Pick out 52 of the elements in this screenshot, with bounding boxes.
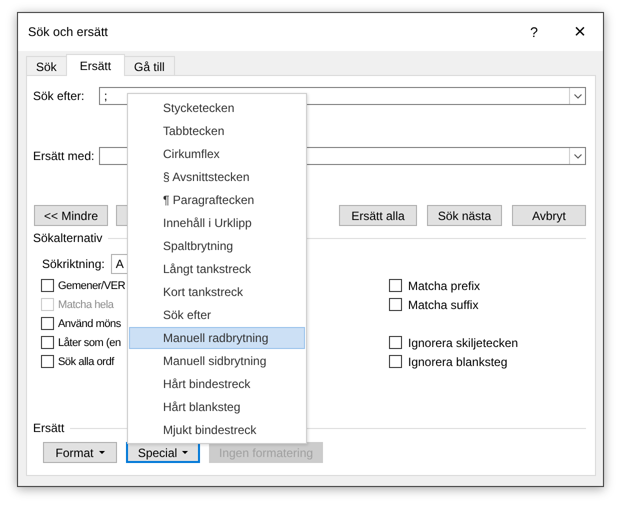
checkbox[interactable]	[389, 355, 402, 368]
menu-item[interactable]: Sök efter	[129, 304, 305, 326]
menu-item[interactable]: Kort tankstreck	[129, 281, 305, 303]
menu-item[interactable]: Manuell sidbrytning	[129, 350, 305, 372]
button[interactable]: << Mindre	[34, 205, 108, 226]
button[interactable]: Special	[126, 442, 200, 463]
menu-item[interactable]: Innehåll i Urklipp	[129, 212, 305, 234]
chevron-down-icon	[574, 154, 582, 158]
field-label: Sökriktning:	[42, 257, 105, 271]
field-label: Ersätt med:	[33, 149, 96, 163]
tab[interactable]: Ersätt	[66, 54, 126, 76]
checkbox-label: Matcha hela	[58, 298, 114, 310]
menu-item[interactable]: Manuell radbrytning	[129, 327, 305, 349]
checkbox-label: Låter som (en	[58, 336, 121, 348]
checkbox[interactable]	[389, 336, 402, 349]
button[interactable]: Format	[43, 442, 117, 463]
group-title: Ersätt	[33, 421, 64, 435]
menu-item[interactable]: Tabbtecken	[129, 120, 305, 142]
help-button[interactable]: ?	[511, 24, 557, 40]
tab[interactable]: Sök	[26, 56, 67, 76]
tab[interactable]: Gå till	[124, 56, 175, 76]
checkbox-label: Sök alla ordf	[58, 356, 114, 368]
menu-item[interactable]: Mjukt bindestreck	[129, 419, 305, 441]
menu-item[interactable]: Cirkumflex	[129, 143, 305, 165]
checkbox[interactable]	[41, 355, 54, 368]
menu-item[interactable]: Hårt bindestreck	[129, 373, 305, 395]
checkbox-label: Matcha suffix	[408, 298, 478, 312]
menu-item[interactable]: Långt tankstreck	[129, 258, 305, 280]
checkbox[interactable]	[389, 298, 402, 311]
checkbox-label: Ignorera skiljetecken	[408, 336, 518, 350]
caret-icon	[98, 451, 104, 454]
button[interactable]: Avbryt	[512, 205, 586, 226]
menu-item[interactable]: § Avsnittstecken	[129, 166, 305, 188]
checkbox-label: Matcha prefix	[408, 278, 480, 292]
checkbox-label: Gemener/VER	[58, 280, 126, 292]
window-title: Sök och ersätt	[28, 25, 109, 39]
menu-item[interactable]: ¶ Paragraftecken	[129, 189, 305, 211]
chevron-down-icon	[574, 94, 582, 98]
button[interactable]: Ersätt alla	[339, 205, 417, 226]
menu-item[interactable]: Spaltbrytning	[129, 235, 305, 257]
checkbox-label: Använd möns	[58, 318, 121, 330]
close-button[interactable]: ×	[557, 20, 603, 44]
checkbox[interactable]	[41, 336, 54, 349]
menu-item[interactable]: Hårt blanksteg	[129, 396, 305, 418]
button[interactable]: Sök nästa	[427, 205, 502, 226]
checkbox[interactable]	[389, 279, 402, 292]
caret-icon	[182, 451, 188, 454]
checkbox-label: Ignorera blanksteg	[408, 354, 508, 368]
group-title: Sökalternativ	[33, 231, 102, 245]
field-label: Sök efter:	[33, 89, 86, 103]
checkbox[interactable]	[41, 279, 54, 292]
checkbox[interactable]	[41, 317, 54, 330]
